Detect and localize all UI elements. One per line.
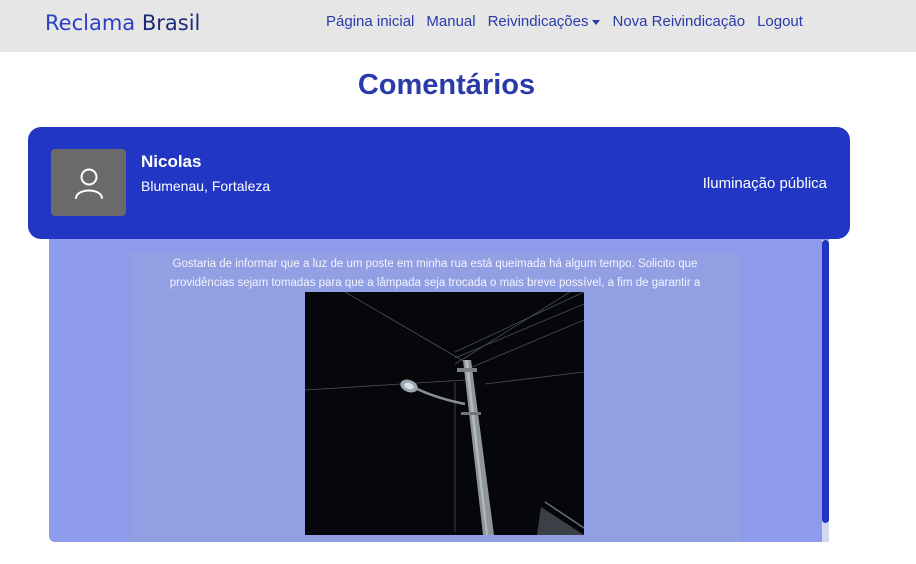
user-name: Nicolas [141, 152, 202, 171]
nav-link-home[interactable]: Página inicial [326, 13, 414, 31]
claim-body-panel: Gostaria de informar que a luz de um pos… [49, 235, 829, 542]
user-icon [74, 168, 103, 199]
claim-post: Gostaria de informar que a luz de um pos… [130, 253, 740, 542]
page-title: Comentários [357, 69, 536, 101]
nav-link-new-claim[interactable]: Nova Reivindicação [612, 13, 745, 31]
claim-header-card: Nicolas Blumenau, Fortaleza Iluminação p… [28, 127, 850, 239]
nav-dropdown-claims-label: Reivindicações [487, 13, 589, 30]
nav-link-logout[interactable]: Logout [757, 13, 803, 31]
nav-links: Página inicial Manual Reivindicações Nov… [326, 13, 803, 31]
brand-word-reclama: Reclama [45, 11, 136, 35]
claim-category: Iluminação pública [702, 175, 827, 192]
top-navbar: Reclama Brasil Página inicial Manual Rei… [0, 0, 916, 52]
avatar [51, 149, 126, 216]
nav-link-manual[interactable]: Manual [426, 13, 475, 31]
user-location: Blumenau, Fortaleza [141, 178, 271, 194]
nav-dropdown-claims[interactable]: Reivindicações [488, 13, 601, 31]
street-lamp-photo[interactable] [305, 292, 584, 535]
brand-word-brasil: Brasil [141, 11, 201, 35]
claim-description: Gostaria de informar que a luz de um pos… [169, 258, 701, 289]
caret-down-icon [592, 19, 601, 25]
panel-scrollbar[interactable] [822, 240, 829, 542]
street-lamp-photo-graphic [305, 292, 584, 535]
panel-scrollbar-thumb[interactable] [822, 240, 829, 523]
brand-logo[interactable]: Reclama Brasil [45, 10, 200, 36]
